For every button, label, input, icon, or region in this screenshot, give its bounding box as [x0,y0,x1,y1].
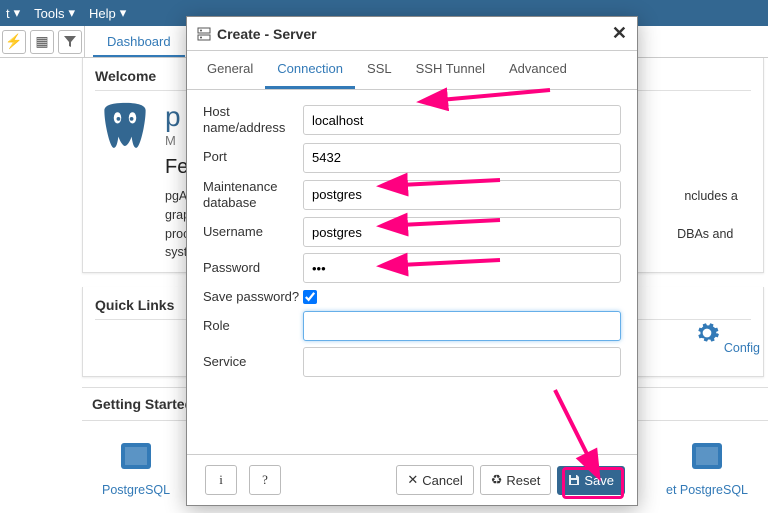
password-label: Password [203,260,303,276]
maintenance-db-input[interactable] [303,180,621,210]
tab-dashboard[interactable]: Dashboard [93,26,185,57]
chevron-down-icon: ▾ [69,5,76,21]
menu-item[interactable]: t▾ [6,5,20,21]
tab-connection[interactable]: Connection [265,51,355,89]
getting-card-download[interactable]: et PostgreSQL [666,437,748,497]
reset-button[interactable]: ♻Reset [480,465,552,495]
role-label: Role [203,318,303,334]
role-input[interactable] [303,311,621,341]
toolbar: ⚡ ▦ [0,26,85,57]
info-button[interactable]: i [205,465,237,495]
getting-card-docs[interactable]: PostgreSQL [102,437,170,497]
service-label: Service [203,354,303,370]
chevron-down-icon: ▾ [120,5,127,21]
menu-tools[interactable]: Tools▾ [34,5,75,21]
save-icon [568,474,580,486]
book-icon [688,437,726,475]
host-label: Host name/address [203,104,303,137]
dialog-titlebar: Create - Server ✕ [187,17,637,51]
dialog-title: Create - Server [217,26,612,42]
close-icon: ✕ [407,472,418,488]
book-icon [117,437,155,475]
tab-ssh-tunnel[interactable]: SSH Tunnel [404,51,497,89]
save-button[interactable]: Save [557,466,625,495]
configure-link[interactable]: Config [694,320,760,355]
save-password-label: Save password? [203,289,303,305]
password-input[interactable] [303,253,621,283]
username-input[interactable] [303,217,621,247]
gear-icon [694,320,720,346]
save-password-checkbox[interactable] [303,290,317,304]
brand-p: p [165,101,181,133]
host-input[interactable] [303,105,621,135]
view-data-button[interactable]: ▦ [30,30,54,54]
pgadmin-logo-icon [95,101,155,161]
service-input[interactable] [303,347,621,377]
port-label: Port [203,149,303,165]
port-input[interactable] [303,143,621,173]
dialog-footer: i ? ✕Cancel ♻Reset Save [187,454,637,505]
close-icon[interactable]: ✕ [612,23,627,44]
filter-button[interactable] [58,30,82,54]
username-label: Username [203,224,303,240]
tab-ssl[interactable]: SSL [355,51,404,89]
maintenance-db-label: Maintenance database [203,179,303,212]
tab-general[interactable]: General [195,51,265,89]
dialog-tabs: General Connection SSL SSH Tunnel Advanc… [187,51,637,90]
tab-advanced[interactable]: Advanced [497,51,579,89]
dialog-body: Host name/address Port Maintenance datab… [187,90,637,454]
query-tool-button[interactable]: ⚡ [2,30,26,54]
recycle-icon: ♻ [491,472,503,488]
server-icon [197,27,211,41]
chevron-down-icon: ▾ [14,5,21,21]
create-server-dialog: Create - Server ✕ General Connection SSL… [186,16,638,506]
help-button[interactable]: ? [249,465,281,495]
menu-help[interactable]: Help▾ [89,5,126,21]
cancel-button[interactable]: ✕Cancel [396,465,473,495]
